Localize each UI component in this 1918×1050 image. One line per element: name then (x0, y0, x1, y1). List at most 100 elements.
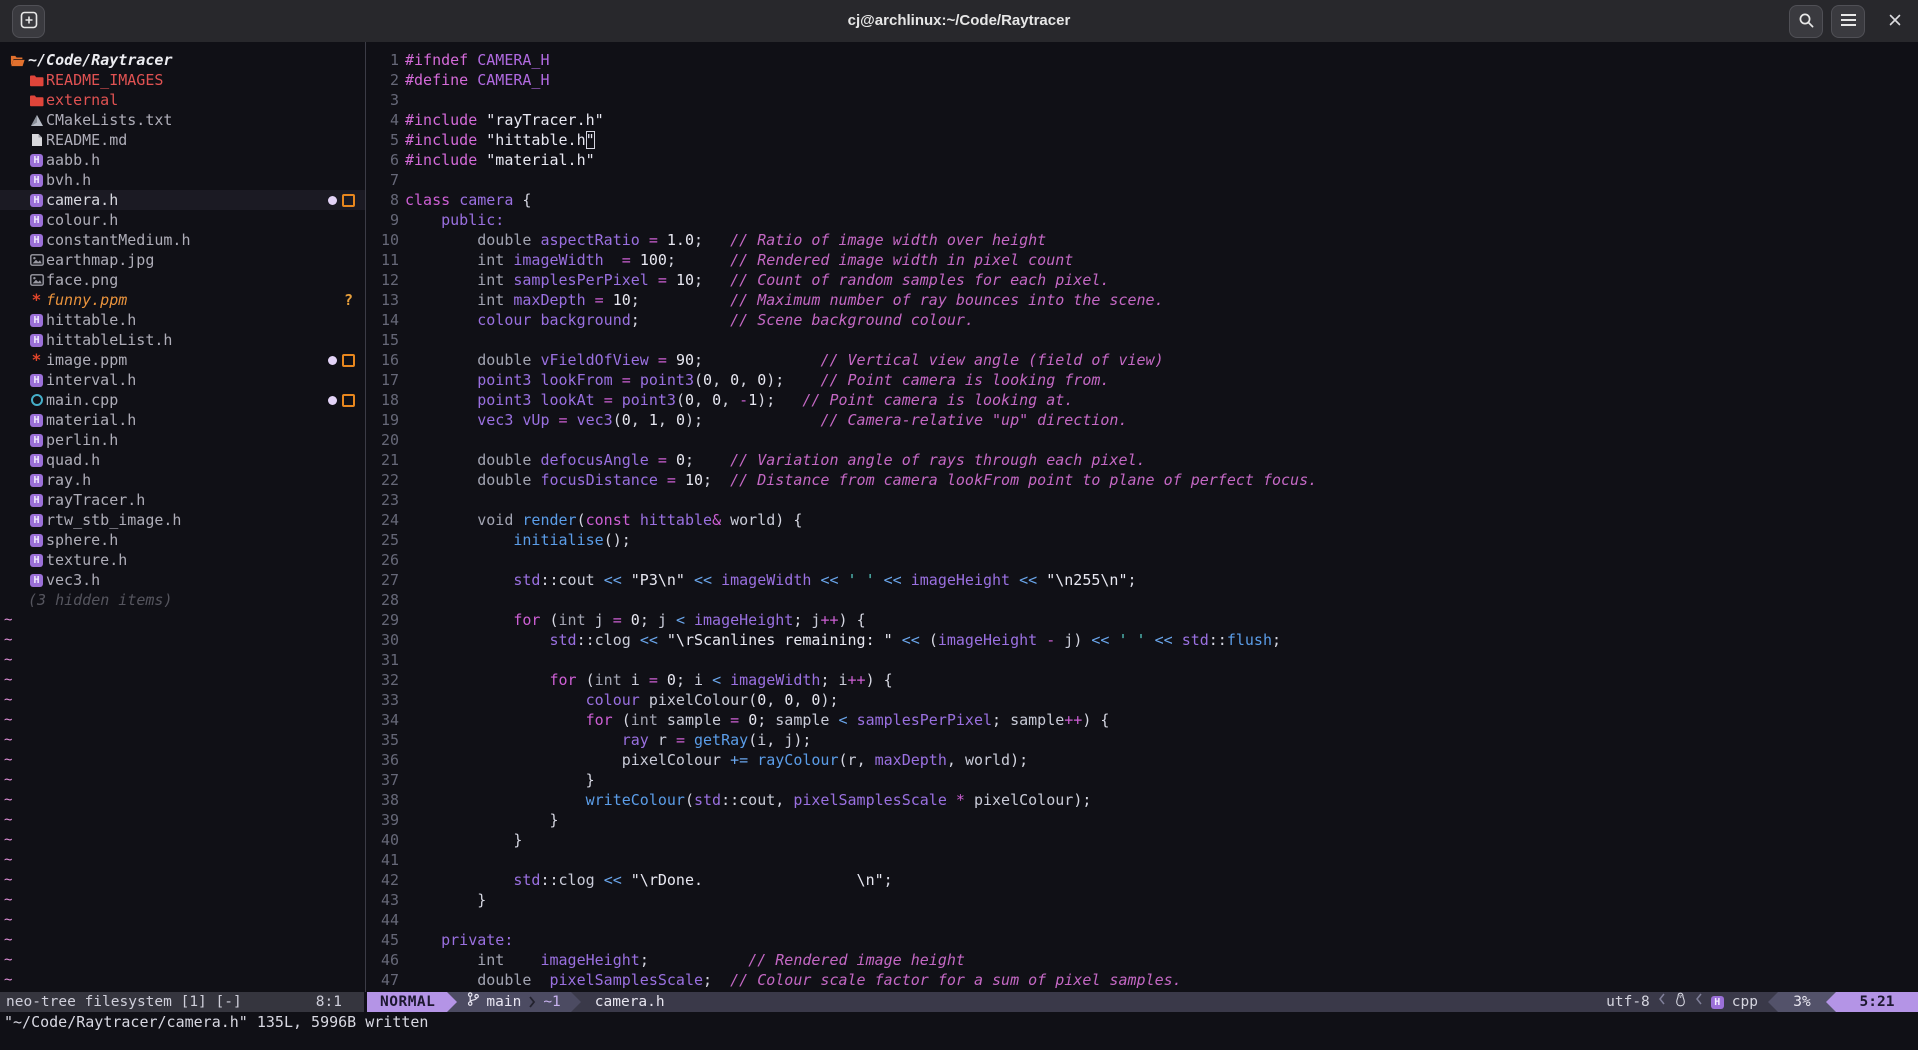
code-line[interactable]: 23 (366, 490, 405, 510)
hamburger-icon (1840, 13, 1857, 30)
tree-item-sphere.h[interactable]: Hsphere.h (0, 530, 365, 550)
git-branch-name: main (486, 992, 521, 1012)
tree-item-ray.h[interactable]: Hray.h (0, 470, 365, 490)
code-line[interactable]: 40 } (366, 830, 522, 850)
tree-item--code-raytracer[interactable]: ~/Code/Raytracer (0, 50, 365, 70)
code-line[interactable]: 16 double vFieldOfView = 90; // Vertical… (366, 350, 1164, 370)
code-line[interactable]: 8class camera { (366, 190, 531, 210)
code-line[interactable]: 21 double defocusAngle = 0; // Variation… (366, 450, 1146, 470)
code-line[interactable]: 27 std::cout << "P3\n" << imageWidth << … (366, 570, 1137, 590)
code-line[interactable]: 1#ifndef CAMERA_H (366, 50, 550, 70)
code-line[interactable]: 18 point3 lookAt = point3(0, 0, -1); // … (366, 390, 1073, 410)
tree-item-readme-images[interactable]: README_IMAGES (0, 70, 365, 90)
code-line[interactable]: 39 } (366, 810, 559, 830)
tree-item-label: funny.ppm (46, 290, 127, 310)
tree-item-interval.h[interactable]: Hinterval.h (0, 370, 365, 390)
code-line[interactable]: 33 colour pixelColour(0, 0, 0); (366, 690, 839, 710)
tree-item-raytracer.h[interactable]: HrayTracer.h (0, 490, 365, 510)
tree-item-label: perlin.h (46, 430, 118, 450)
code-line[interactable]: 30 std::clog << "\rScanlines remaining: … (366, 630, 1281, 650)
tree-item-funny.ppm[interactable]: *funny.ppm? (0, 290, 365, 310)
code-line[interactable]: 26 (366, 550, 405, 570)
tree-item-cmakelists.txt[interactable]: CMakeLists.txt (0, 110, 365, 130)
code-line[interactable]: 46 int imageHeight; // Rendered image he… (366, 950, 965, 970)
code-line[interactable]: 13 int maxDepth = 10; // Maximum number … (366, 290, 1164, 310)
code-line[interactable]: 7 (366, 170, 405, 190)
code-line[interactable]: 2#define CAMERA_H (366, 70, 550, 90)
line-number: 39 (366, 810, 399, 830)
line-number: 2 (366, 70, 399, 90)
code-line[interactable]: 10 double aspectRatio = 1.0; // Ratio of… (366, 230, 1046, 250)
code-line[interactable]: 4#include "rayTracer.h" (366, 110, 604, 130)
tree-item-face.png[interactable]: face.png (0, 270, 365, 290)
line-number: 14 (366, 310, 399, 330)
code-line[interactable]: 35 ray r = getRay(i, j); (366, 730, 811, 750)
tree-item-label: hittable.h (46, 310, 136, 330)
tree-item-image.ppm[interactable]: *image.ppm (0, 350, 365, 370)
header-file-icon: H (29, 510, 44, 530)
tree-item-hittablelist.h[interactable]: HhittableList.h (0, 330, 365, 350)
tree-item-label: ~/Code/Raytracer (28, 50, 173, 70)
close-window-button[interactable] (1880, 5, 1910, 38)
code-line[interactable]: 43 } (366, 890, 486, 910)
code-line[interactable]: 11 int imageWidth = 100; // Rendered ima… (366, 250, 1073, 270)
tree-item-readme.md[interactable]: README.md (0, 130, 365, 150)
code-line[interactable]: 14 colour background; // Scene backgroun… (366, 310, 974, 330)
code-line[interactable]: 38 writeColour(std::cout, pixelSamplesSc… (366, 790, 1091, 810)
code-line[interactable]: 5#include "hittable.h" (366, 130, 595, 150)
code-line[interactable]: 28 (366, 590, 405, 610)
code-line[interactable]: 24 void render(const hittable& world) { (366, 510, 802, 530)
empty-line-tilde: ~ (4, 730, 24, 750)
tree-item-colour.h[interactable]: Hcolour.h (0, 210, 365, 230)
tree-item-hittable.h[interactable]: Hhittable.h (0, 310, 365, 330)
menu-button[interactable] (1831, 5, 1865, 38)
tree-item-main.cpp[interactable]: main.cpp (0, 390, 365, 410)
tree-item-aabb.h[interactable]: Haabb.h (0, 150, 365, 170)
tree-item-camera.h[interactable]: Hcamera.h (0, 190, 365, 210)
code-line[interactable]: 36 pixelColour += rayColour(r, maxDepth,… (366, 750, 1028, 770)
code-line[interactable]: 45 private: (366, 930, 513, 950)
tree-item-label: earthmap.jpg (46, 250, 154, 270)
code-line[interactable]: 22 double focusDistance = 10; // Distanc… (366, 470, 1317, 490)
powerline-separator (447, 992, 457, 1012)
line-number: 7 (366, 170, 399, 190)
code-line[interactable]: 20 (366, 430, 405, 450)
tree-item-perlin.h[interactable]: Hperlin.h (0, 430, 365, 450)
code-line[interactable]: 41 (366, 850, 405, 870)
code-line[interactable]: 42 std::clog << "\rDone. \n"; (366, 870, 893, 890)
code-line[interactable]: 9 public: (366, 210, 504, 230)
tree-item-vec3.h[interactable]: Hvec3.h (0, 570, 365, 590)
tree-item-bvh.h[interactable]: Hbvh.h (0, 170, 365, 190)
code-line[interactable]: 19 vec3 vUp = vec3(0, 1, 0); // Camera-r… (366, 410, 1127, 430)
code-line[interactable]: 29 for (int j = 0; j < imageHeight; j++)… (366, 610, 866, 630)
code-line[interactable]: 12 int samplesPerPixel = 10; // Count of… (366, 270, 1109, 290)
tree-item--3-hidden-items-[interactable]: (3 hidden items) (0, 590, 365, 610)
code-editor[interactable]: 1#ifndef CAMERA_H2#define CAMERA_H34#inc… (366, 42, 1918, 992)
code-line[interactable]: 17 point3 lookFrom = point3(0, 0, 0); //… (366, 370, 1109, 390)
tree-item-label: rayTracer.h (46, 490, 145, 510)
code-line[interactable]: 31 (366, 650, 405, 670)
tree-item-rtw-stb-image.h[interactable]: Hrtw_stb_image.h (0, 510, 365, 530)
tree-item-quad.h[interactable]: Hquad.h (0, 450, 365, 470)
code-line[interactable]: 25 initialise(); (366, 530, 631, 550)
header-file-icon: H (29, 490, 44, 510)
tree-item-texture.h[interactable]: Htexture.h (0, 550, 365, 570)
code-line[interactable]: 6#include "material.h" (366, 150, 595, 170)
line-number: 32 (366, 670, 399, 690)
code-line[interactable]: 44 (366, 910, 405, 930)
cmake-icon (29, 110, 44, 130)
code-line[interactable]: 47 double pixelSamplesScale; // Colour s… (366, 970, 1182, 990)
code-line[interactable]: 32 for (int i = 0; i < imageWidth; i++) … (366, 670, 893, 690)
line-number: 43 (366, 890, 399, 910)
line-number: 20 (366, 430, 399, 450)
code-line[interactable]: 15 (366, 330, 405, 350)
code-line[interactable]: 37 } (366, 770, 595, 790)
search-button[interactable] (1789, 5, 1823, 38)
code-line[interactable]: 3 (366, 90, 405, 110)
code-line[interactable]: 34 for (int sample = 0; sample < samples… (366, 710, 1109, 730)
tree-item-material.h[interactable]: Hmaterial.h (0, 410, 365, 430)
tree-item-external[interactable]: external (0, 90, 365, 110)
tree-item-constantmedium.h[interactable]: HconstantMedium.h (0, 230, 365, 250)
statusline-encoding: utf-8 (1606, 992, 1650, 1012)
tree-item-earthmap.jpg[interactable]: earthmap.jpg (0, 250, 365, 270)
